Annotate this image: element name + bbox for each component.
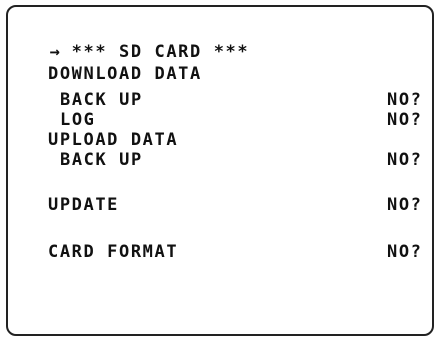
- menu-item-label: CARD FORMAT: [48, 242, 179, 262]
- menu-item-label: UPDATE: [48, 195, 120, 215]
- menu-item-update[interactable]: UPDATE NO?: [48, 196, 428, 215]
- menu-item-card-format[interactable]: CARD FORMAT NO?: [48, 243, 428, 262]
- menu-item-value: NO?: [387, 242, 423, 262]
- menu-item-label: BACK UP: [60, 90, 143, 110]
- menu-item-upload-backup[interactable]: BACK UP NO?: [48, 151, 428, 170]
- menu-item-upload-data[interactable]: UPLOAD DATA: [48, 131, 428, 150]
- menu-item-download-backup[interactable]: BACK UP NO?: [48, 91, 428, 110]
- menu-item-download-log[interactable]: LOG NO?: [48, 111, 428, 130]
- menu-title-row[interactable]: → *** SD CARD ***: [26, 24, 249, 62]
- menu-item-label: UPLOAD DATA: [48, 130, 179, 150]
- menu-item-label: BACK UP: [60, 150, 143, 170]
- menu-item-download-data[interactable]: DOWNLOAD DATA: [48, 65, 428, 84]
- menu-item-value: NO?: [387, 150, 423, 170]
- menu-title: *** SD CARD ***: [71, 42, 250, 62]
- cursor-arrow-icon: →: [49, 42, 62, 62]
- menu-item-value: NO?: [387, 110, 423, 130]
- menu-item-value: NO?: [387, 195, 423, 215]
- menu-item-label: LOG: [60, 110, 96, 130]
- menu-item-value: NO?: [387, 90, 423, 110]
- menu-item-label: DOWNLOAD DATA: [48, 64, 202, 84]
